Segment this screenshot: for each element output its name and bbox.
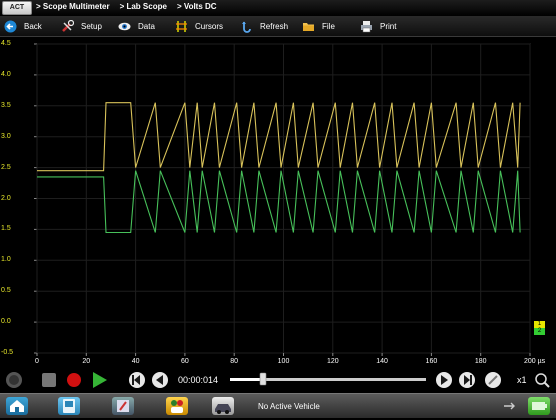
x-tick-label: 0 xyxy=(35,358,39,365)
y-tick-label: 0.5 xyxy=(1,287,11,295)
y-tick-label: 0.0 xyxy=(1,318,11,326)
car-icon xyxy=(215,404,231,414)
trace-2-marker[interactable]: 2 xyxy=(534,328,545,335)
taskbar: No Active Vehicle xyxy=(0,393,556,418)
shopstream-button[interactable] xyxy=(166,397,188,415)
usb-status-icon xyxy=(500,397,518,415)
eye-icon xyxy=(118,20,131,33)
y-tick-label: -0.5 xyxy=(1,349,14,356)
print-label: Print xyxy=(380,21,397,31)
playback-time: 00:00:014 xyxy=(178,375,219,385)
skip-to-start-button[interactable] xyxy=(129,372,145,388)
refresh-icon xyxy=(240,20,253,33)
y-tick-label: 4.5 xyxy=(1,40,11,47)
record-dot-icon[interactable] xyxy=(6,372,22,388)
y-tick-label: 2.0 xyxy=(1,194,11,202)
zoom-magnifier-icon[interactable] xyxy=(535,373,550,388)
x-tick-label: 20 xyxy=(82,358,91,365)
skip-to-end-button[interactable] xyxy=(459,372,475,388)
x-tick-label: 100 xyxy=(277,358,290,365)
y-tick-label: 3.0 xyxy=(1,132,11,140)
trace-1-marker[interactable]: 1 xyxy=(534,321,545,328)
playback-controls: 00:00:014 x1 xyxy=(0,369,556,391)
step-back-button[interactable] xyxy=(152,372,168,388)
x-tick-label: 80 xyxy=(230,358,239,365)
print-button[interactable]: Print xyxy=(360,19,396,33)
zoom-level: x1 xyxy=(517,375,527,385)
home-button[interactable] xyxy=(6,397,28,415)
x-tick-label: 140 xyxy=(376,358,388,365)
vehicle-button[interactable] xyxy=(212,397,234,415)
back-button[interactable]: Back xyxy=(4,19,42,33)
breadcrumb: > Scope Multimeter > Lab Scope > Volts D… xyxy=(36,2,217,11)
app-logo[interactable]: ACT xyxy=(2,1,32,15)
printer-icon xyxy=(360,20,373,33)
x-tick-label: 200 µs xyxy=(524,358,546,365)
scanner-icon xyxy=(63,399,75,413)
setup-button[interactable]: Setup xyxy=(61,19,102,33)
y-tick-label: 1.0 xyxy=(1,256,11,264)
y-tick-label: 1.5 xyxy=(1,225,11,233)
breadcrumb-lab-scope[interactable]: > Lab Scope xyxy=(120,2,167,11)
data-label: Data xyxy=(138,21,155,31)
tools-icon xyxy=(117,400,129,412)
record-button[interactable] xyxy=(67,373,81,387)
setup-tools-icon xyxy=(61,19,75,33)
back-label: Back xyxy=(24,21,42,31)
cursors-button[interactable]: Cursors xyxy=(175,19,223,33)
y-tick-label: 4.0 xyxy=(1,70,11,78)
y-tick-label: 3.5 xyxy=(1,101,11,109)
x-tick-label: 180 xyxy=(474,358,487,365)
breadcrumb-volts-dc: > Volts DC xyxy=(176,2,217,11)
clear-buffer-button[interactable] xyxy=(485,372,501,388)
folder-icon xyxy=(302,20,315,33)
timeline-slider[interactable] xyxy=(230,372,426,386)
stop-button[interactable] xyxy=(42,373,56,387)
file-label: File xyxy=(322,21,335,31)
scanner-button[interactable] xyxy=(58,397,80,415)
file-button[interactable]: File xyxy=(302,19,335,33)
breadcrumb-scope-multimeter[interactable]: > Scope Multimeter xyxy=(36,2,110,11)
x-tick-label: 120 xyxy=(326,358,339,365)
scope-graph[interactable] xyxy=(0,37,556,369)
toolbar: Back Setup Data Cursors Refresh File Pri… xyxy=(0,16,556,37)
x-tick-label: 40 xyxy=(131,358,140,365)
vehicle-status: No Active Vehicle xyxy=(258,402,320,411)
back-arrow-icon xyxy=(4,20,17,33)
scope-plot-area[interactable]: 4.5 4.0 3.5 3.0 2.5 2.0 1.5 1.0 0.5 0.0 -0.5 0 20 40… xyxy=(0,37,556,369)
x-tick-label: 160 xyxy=(425,358,438,365)
cursors-icon xyxy=(175,20,188,33)
refresh-label: Refresh xyxy=(260,21,289,31)
x-tick-label: 60 xyxy=(180,358,189,365)
people-icon xyxy=(171,400,183,413)
title-bar: ACT > Scope Multimeter > Lab Scope > Vol… xyxy=(0,0,556,16)
play-button[interactable] xyxy=(93,372,107,388)
home-icon xyxy=(10,400,24,412)
step-forward-button[interactable] xyxy=(436,372,452,388)
tools-button[interactable] xyxy=(112,397,134,415)
refresh-button[interactable]: Refresh xyxy=(240,19,288,33)
data-button[interactable]: Data xyxy=(118,19,155,33)
battery-status-icon xyxy=(528,397,550,415)
setup-label: Setup xyxy=(81,21,102,31)
cursors-label: Cursors xyxy=(195,21,224,31)
y-tick-label: 2.5 xyxy=(1,163,11,171)
